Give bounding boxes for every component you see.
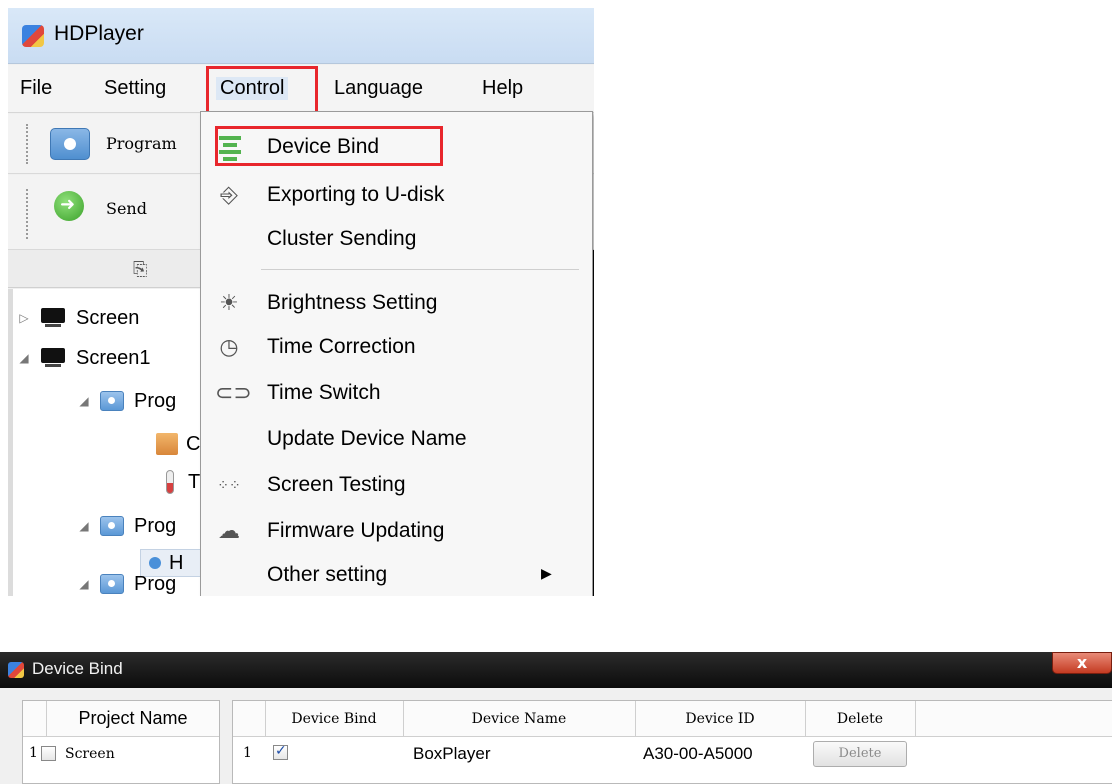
project-name-header: Project Name xyxy=(78,708,188,728)
menu-item-export-udisk[interactable]: ⎆ Exporting to U-disk xyxy=(201,174,592,218)
program-button[interactable]: Program xyxy=(106,134,177,153)
tree-item-screen[interactable]: ▷ Screen xyxy=(16,301,139,335)
tree-item-label: Screen xyxy=(76,306,140,329)
device-name: BoxPlayer xyxy=(413,744,491,763)
dialog-title-bar: Device Bind x xyxy=(0,652,1112,688)
menu-item-label: Time Switch xyxy=(267,381,381,404)
collapse-icon[interactable]: ◢ xyxy=(76,394,92,408)
device-table-header: Device Bind Device Name Device ID Delete xyxy=(233,701,1112,737)
collapse-icon[interactable]: ◢ xyxy=(16,351,32,365)
device-bind-checkbox[interactable] xyxy=(273,743,288,760)
usb-icon: ⎆ xyxy=(220,183,238,208)
expand-icon[interactable]: ▷ xyxy=(16,311,32,325)
tree-item-program[interactable]: ◢ Prog xyxy=(76,567,176,596)
toolbar-grip xyxy=(26,189,29,239)
menu-file[interactable]: File xyxy=(20,77,52,100)
hdplayer-window: HDPlayer File Setting Control Language H… xyxy=(8,8,594,596)
device-name-header: Device Name xyxy=(471,711,567,727)
tree-item-program[interactable]: ◢ Prog xyxy=(76,384,176,418)
tree-item-label: C xyxy=(186,432,201,455)
close-button[interactable]: x xyxy=(1052,652,1112,674)
menu-item-cluster-sending[interactable]: Cluster Sending xyxy=(201,218,592,262)
menu-item-screen-testing[interactable]: ⁘⁘ Screen Testing xyxy=(201,464,592,508)
device-bind-header: Device Bind xyxy=(291,711,377,727)
app-logo-icon xyxy=(8,662,24,678)
tree-item-program[interactable]: ◢ Prog xyxy=(76,509,176,543)
tree-item-clock[interactable]: C xyxy=(156,427,200,461)
app-title: HDPlayer xyxy=(54,22,144,45)
app-logo-icon xyxy=(22,25,44,47)
submenu-arrow-icon: ▶ xyxy=(541,566,552,582)
menu-item-label: Other setting xyxy=(267,563,388,586)
menu-item-other-setting[interactable]: Other setting ▶ xyxy=(201,554,592,596)
project-table: Project Name 1 Screen xyxy=(22,700,220,784)
device-id: A30-00-A5000 xyxy=(643,744,753,763)
box-icon xyxy=(156,433,178,455)
index-header xyxy=(23,701,47,737)
tree-item-screen1[interactable]: ◢ Screen1 xyxy=(16,341,151,375)
tree-item-label: Prog xyxy=(134,514,177,537)
toolbar-grip xyxy=(26,124,29,164)
dots-grid-icon: ⁘⁘ xyxy=(217,478,241,494)
menu-bar: File Setting Control Language Help xyxy=(8,65,594,114)
table-row[interactable]: 1 BoxPlayer A30-00-A5000 Delete xyxy=(233,737,1112,771)
device-id-header: Device ID xyxy=(685,711,755,727)
send-icon[interactable] xyxy=(54,191,84,221)
collapse-icon[interactable]: ◢ xyxy=(76,519,92,533)
tree-item-temperature[interactable]: T xyxy=(160,465,200,499)
tree-item-label: Prog xyxy=(134,572,177,595)
menu-item-label: Time Correction xyxy=(267,335,416,358)
menu-item-label: Brightness Setting xyxy=(267,291,438,314)
menu-item-brightness[interactable]: ☀ Brightness Setting xyxy=(201,282,592,326)
row-index: 1 xyxy=(29,745,38,761)
program-icon[interactable] xyxy=(50,128,90,160)
project-checkbox[interactable] xyxy=(41,746,56,761)
menu-item-label: Update Device Name xyxy=(267,427,467,450)
bulb-icon: ☀ xyxy=(219,291,239,316)
control-menu-dropdown: Device Bind ⎆ Exporting to U-disk Cluste… xyxy=(200,111,593,596)
project-table-header: Project Name xyxy=(23,701,219,737)
menu-item-time-switch[interactable]: ⊂⊃ Time Switch xyxy=(201,372,592,416)
menu-item-firmware-updating[interactable]: ☁ Firmware Updating xyxy=(201,510,592,554)
project-name: Screen xyxy=(65,746,115,762)
menu-item-label: Firmware Updating xyxy=(267,519,445,542)
collapse-icon[interactable]: ◢ xyxy=(76,577,92,591)
send-button[interactable]: Send xyxy=(106,199,147,218)
program-icon xyxy=(100,516,124,536)
menu-item-label: Exporting to U-disk xyxy=(267,183,445,206)
dialog-title: Device Bind xyxy=(32,659,123,678)
device-bind-highlight-box xyxy=(215,126,443,166)
device-bind-dialog: Device Bind x Project Name 1 Screen Devi… xyxy=(0,652,1112,784)
menu-item-time-correction[interactable]: ◷ Time Correction xyxy=(201,326,592,370)
menu-language[interactable]: Language xyxy=(334,77,423,100)
menu-item-label: Cluster Sending xyxy=(267,227,417,250)
cloud-icon: ☁ xyxy=(218,519,240,544)
tree-item-label: Screen1 xyxy=(76,346,151,369)
menu-separator xyxy=(261,269,579,270)
toggle-icon: ⊂⊃ xyxy=(215,381,252,406)
row-index: 1 xyxy=(243,745,252,761)
menu-item-update-device-name[interactable]: Update Device Name xyxy=(201,418,592,462)
tree-item-label: T xyxy=(188,470,201,493)
control-highlight-box xyxy=(206,66,318,114)
monitor-icon xyxy=(40,308,66,328)
monitor-icon xyxy=(40,348,66,368)
tree-item-label: Prog xyxy=(134,389,177,412)
title-bar: HDPlayer xyxy=(8,8,594,64)
clock-icon: ◷ xyxy=(219,335,239,360)
program-icon xyxy=(100,391,124,411)
tree-scrollbar[interactable] xyxy=(8,289,13,596)
delete-header: Delete xyxy=(836,711,884,727)
delete-button[interactable]: Delete xyxy=(813,741,907,767)
copy-icon[interactable]: ⎘ xyxy=(133,259,147,280)
device-table: Device Bind Device Name Device ID Delete… xyxy=(232,700,1112,784)
menu-setting[interactable]: Setting xyxy=(104,77,166,100)
menu-help[interactable]: Help xyxy=(482,77,523,100)
program-icon xyxy=(100,574,124,594)
menu-item-label: Screen Testing xyxy=(267,473,406,496)
table-row[interactable]: 1 Screen xyxy=(23,737,219,771)
thermometer-icon xyxy=(166,470,174,494)
